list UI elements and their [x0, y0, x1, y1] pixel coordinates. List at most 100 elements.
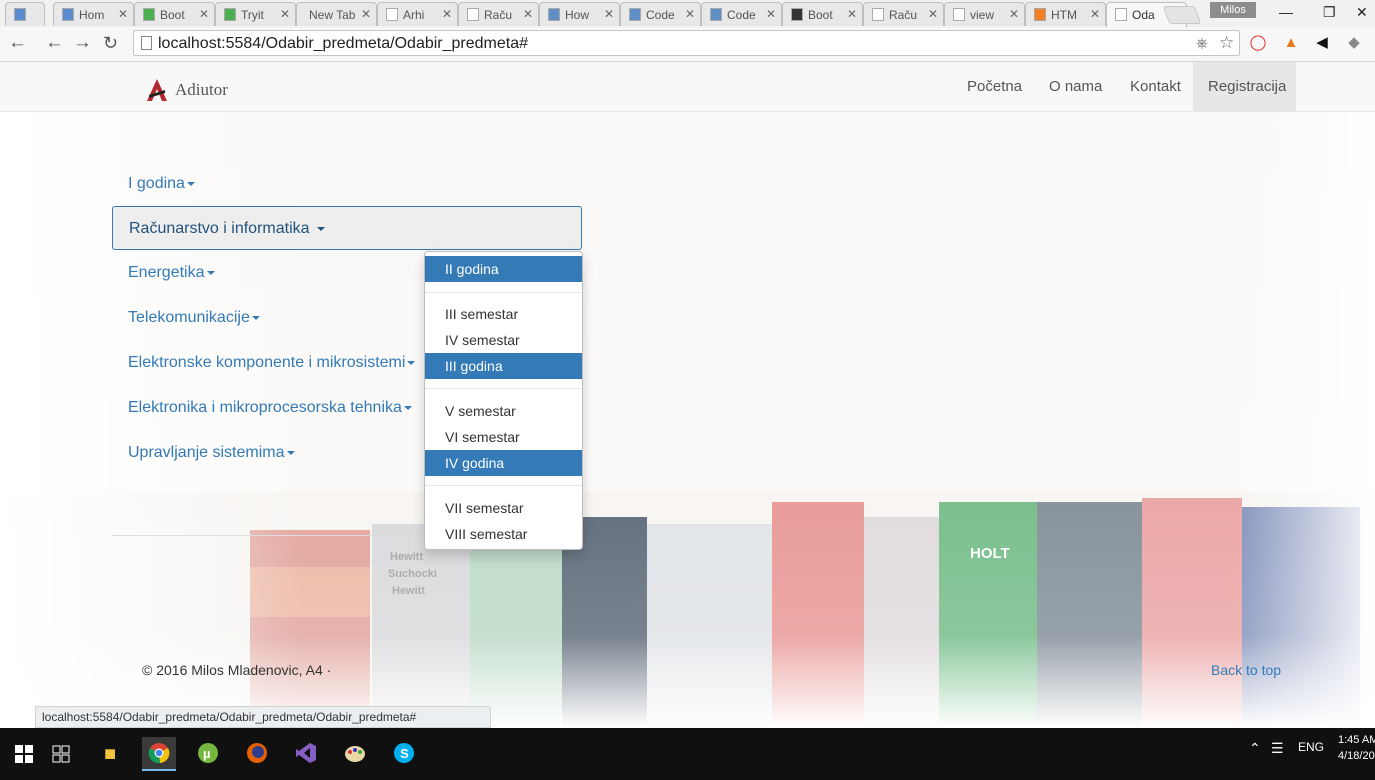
browser-tab[interactable]: Arhi ✕ — [377, 2, 458, 26]
dropbox-icon[interactable]: ◆ — [1345, 34, 1363, 52]
web-page: Hewitt Suchocki Hewitt HOLT Adiutor Poče… — [0, 62, 1375, 728]
nav-o-nama[interactable]: O nama — [1034, 62, 1117, 111]
program-item[interactable]: I godina — [112, 162, 195, 206]
dropdown-item-semester[interactable]: IV semestar — [425, 327, 582, 353]
tumblr-icon — [629, 8, 641, 21]
nav-pocetna[interactable]: Početna — [952, 62, 1037, 111]
tab-close-icon[interactable]: ✕ — [361, 7, 371, 21]
browser-tab[interactable]: New Tab ✕ — [296, 2, 377, 26]
browser-tab[interactable]: Tryit ✕ — [215, 2, 296, 26]
tab-label: view — [970, 8, 995, 22]
paint-icon[interactable] — [338, 737, 372, 771]
tab-close-icon[interactable]: ✕ — [1009, 7, 1019, 21]
dropdown-item-semester[interactable]: VI semestar — [425, 424, 582, 450]
close-window-icon[interactable]: ✕ — [1356, 4, 1368, 21]
w3schools-icon — [143, 8, 155, 21]
year-dropdown-menu: II godina III semestar IV semestar III g… — [424, 251, 583, 550]
dropdown-header-year[interactable]: II godina — [425, 256, 582, 282]
tab-close-icon[interactable]: ✕ — [1090, 7, 1100, 21]
utorrent-icon[interactable]: µ — [191, 737, 225, 771]
caret-down-icon — [206, 270, 215, 275]
program-item[interactable]: Elektronske komponente i mikrosistemi — [112, 341, 416, 385]
restore-icon[interactable]: ❐ — [1323, 4, 1336, 21]
file-explorer-icon[interactable]: ■ — [93, 737, 127, 771]
tab-label: New Tab — [309, 8, 356, 22]
chevron-up-icon[interactable]: ⌃ — [1249, 740, 1261, 757]
nav-kontakt[interactable]: Kontakt — [1115, 62, 1196, 111]
dropdown-header-year[interactable]: III godina — [425, 353, 582, 379]
browser-tab[interactable]: HTM ✕ — [1025, 2, 1106, 26]
browser-tab[interactable]: Code ✕ — [620, 2, 701, 26]
program-label: I godina — [128, 175, 185, 192]
bookmark-star-icon[interactable]: ☆ — [1219, 33, 1234, 53]
windows-start-icon[interactable] — [7, 737, 41, 771]
browser-tab[interactable]: view ✕ — [944, 2, 1025, 26]
page-icon — [62, 8, 74, 21]
program-item[interactable]: Energetika — [112, 251, 215, 295]
profile-button[interactable]: Milos — [1210, 2, 1256, 18]
minimize-icon[interactable]: — — [1279, 4, 1293, 20]
program-item[interactable]: Upravljanje sistemima — [112, 431, 295, 475]
dropdown-header-year[interactable]: IV godina — [425, 450, 582, 476]
browser-tab[interactable]: Boot ✕ — [134, 2, 215, 26]
program-label: Telekomunikacije — [128, 309, 250, 326]
browser-tab[interactable]: Hom ✕ — [53, 2, 134, 26]
visual-studio-icon[interactable] — [289, 737, 323, 771]
chrome-icon[interactable] — [142, 737, 176, 771]
program-item[interactable]: Elektronika i mikroprocesorska tehnika — [112, 386, 412, 430]
browser-tab[interactable]: Code ✕ — [701, 2, 782, 26]
svg-text:S: S — [400, 746, 409, 761]
tab-close-icon[interactable]: ✕ — [118, 7, 128, 21]
forward-arrow-icon[interactable]: ← — [45, 32, 64, 54]
task-view-icon[interactable] — [44, 737, 78, 771]
program-label: Energetika — [128, 264, 205, 281]
program-item[interactable]: Telekomunikacije — [112, 296, 260, 340]
tab-close-icon[interactable]: ✕ — [928, 7, 938, 21]
opera-icon[interactable]: ◯ — [1249, 34, 1267, 52]
program-label: Upravljanje sistemima — [128, 444, 285, 461]
browser-tab[interactable]: Boot ✕ — [782, 2, 863, 26]
nav-registracija[interactable]: Registracija — [1193, 62, 1296, 111]
tab-label: Raču — [889, 8, 918, 22]
program-item-open[interactable]: Računarstvo i informatika — [112, 206, 582, 250]
browser-tab-strip: Hom ✕ Boot ✕ Tryit ✕ New Tab ✕ Arhi ✕ Raču ✕ How ✕ Cod… — [0, 0, 1375, 28]
dropdown-item-semester[interactable]: VIII semestar — [425, 521, 582, 547]
reload-icon[interactable]: ↻ — [103, 32, 118, 54]
tab-close-icon[interactable]: ✕ — [847, 7, 857, 21]
browser-tab[interactable]: Raču ✕ — [458, 2, 539, 26]
tab-close-icon[interactable]: ✕ — [766, 7, 776, 21]
program-label: Elektronske komponente i mikrosistemi — [128, 354, 406, 371]
browser-tab[interactable] — [5, 2, 45, 26]
address-bar[interactable]: localhost:5584/Odabir_predmeta/Odabir_pr… — [133, 30, 1240, 56]
dropdown-divider — [425, 485, 582, 486]
firefox-icon[interactable] — [240, 737, 274, 771]
back-arrow-icon[interactable]: ← — [8, 32, 27, 54]
dropdown-item-semester[interactable]: VII semestar — [425, 495, 582, 521]
notification-icon[interactable]: ☰ — [1271, 740, 1284, 757]
tab-close-icon[interactable]: ✕ — [604, 7, 614, 21]
tab-label: HTM — [1051, 8, 1077, 22]
dropdown-item-semester[interactable]: III semestar — [425, 301, 582, 327]
language-indicator[interactable]: ENG — [1298, 740, 1324, 754]
tab-close-icon[interactable]: ✕ — [280, 7, 290, 21]
page-icon — [14, 8, 26, 21]
fish-icon[interactable]: ◀ — [1313, 34, 1331, 52]
new-tab-button[interactable] — [1162, 6, 1202, 24]
url-text[interactable]: localhost:5584/Odabir_predmeta/Odabir_pr… — [158, 35, 528, 53]
dropdown-divider — [425, 292, 582, 293]
forward-arrow-icon[interactable]: ← — [73, 32, 92, 54]
tab-close-icon[interactable]: ✕ — [523, 7, 533, 21]
translate-icon[interactable]: ⎈ — [1196, 35, 1208, 52]
tumblr-icon — [548, 8, 560, 21]
tab-close-icon[interactable]: ✕ — [199, 7, 209, 21]
browser-tab[interactable]: How ✕ — [539, 2, 620, 26]
back-to-top-link[interactable]: Back to top — [1211, 662, 1281, 678]
tab-close-icon[interactable]: ✕ — [442, 7, 452, 21]
tab-close-icon[interactable]: ✕ — [685, 7, 695, 21]
browser-tab[interactable]: Raču ✕ — [863, 2, 944, 26]
extension-icon[interactable]: ▲ — [1282, 34, 1300, 52]
skype-icon[interactable]: S — [387, 737, 421, 771]
clock[interactable]: 1:45 AM 4/18/2016 — [1338, 732, 1375, 764]
dropdown-item-semester[interactable]: V semestar — [425, 398, 582, 424]
tab-label: Arhi — [403, 8, 425, 22]
